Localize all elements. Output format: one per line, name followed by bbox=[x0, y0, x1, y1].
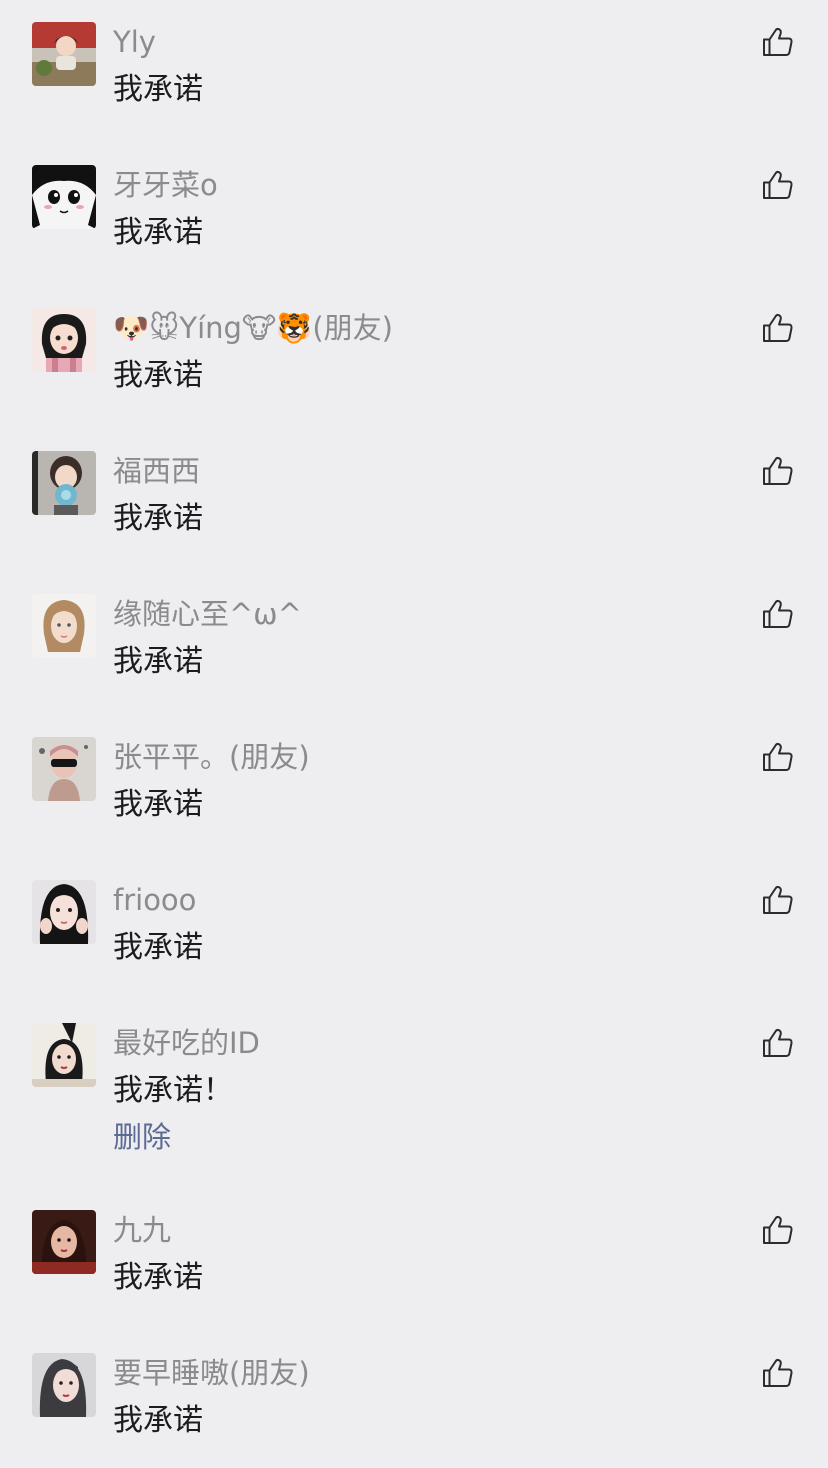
thumbs-up-icon bbox=[763, 27, 793, 56]
commenter-name[interactable]: 张平平。(朋友) bbox=[113, 737, 310, 777]
commenter-name[interactable]: 缘随心至^ω^ bbox=[113, 594, 302, 634]
avatar[interactable] bbox=[32, 22, 96, 86]
avatar[interactable] bbox=[32, 1353, 96, 1417]
avatar[interactable] bbox=[32, 880, 96, 944]
commenter-name[interactable]: 要早睡嗷(朋友) bbox=[113, 1353, 310, 1393]
comment-text: 我承诺 bbox=[113, 930, 203, 965]
commenter-name[interactable]: Yly bbox=[113, 22, 156, 62]
comment-text: 我承诺 bbox=[113, 787, 203, 822]
thumbs-up-icon bbox=[763, 313, 793, 342]
thumbs-up-icon bbox=[763, 1215, 793, 1244]
thumbs-up-icon bbox=[763, 170, 793, 199]
avatar[interactable] bbox=[32, 451, 96, 515]
comment-text: 我承诺 bbox=[113, 1260, 203, 1295]
comment-text: 我承诺 bbox=[113, 358, 203, 393]
avatar[interactable] bbox=[32, 1023, 96, 1087]
anime-girl-avatar-icon bbox=[32, 165, 96, 229]
portrait-avatar-icon bbox=[32, 1210, 96, 1274]
thumbs-up-icon bbox=[763, 742, 793, 771]
thumbs-up-icon bbox=[763, 599, 793, 628]
portrait-avatar-icon bbox=[32, 1353, 96, 1417]
like-button[interactable] bbox=[760, 1355, 796, 1391]
commenter-name[interactable]: friooo bbox=[113, 880, 196, 920]
portrait-avatar-icon bbox=[32, 1023, 96, 1087]
comment-list: Yly 我承诺 牙牙菜o 我承诺 🐶🐭Yíng🐮🐯(朋友) 我承诺 福西西 我承… bbox=[0, 0, 828, 1468]
like-button[interactable] bbox=[760, 596, 796, 632]
commenter-name[interactable]: 牙牙菜o bbox=[113, 165, 218, 205]
comment-text: 我承诺 bbox=[113, 1403, 203, 1438]
like-button[interactable] bbox=[760, 453, 796, 489]
commenter-name[interactable]: 福西西 bbox=[113, 451, 200, 491]
avatar[interactable] bbox=[32, 737, 96, 801]
delete-comment-link[interactable]: 删除 bbox=[113, 1116, 171, 1158]
thumbs-up-icon bbox=[763, 1358, 793, 1387]
commenter-name[interactable]: 🐶🐭Yíng🐮🐯(朋友) bbox=[113, 308, 393, 348]
photo-avatar-icon bbox=[32, 22, 96, 86]
commenter-name[interactable]: 最好吃的ID bbox=[113, 1023, 260, 1063]
comment-text: 我承诺！ bbox=[113, 1073, 233, 1108]
thumbs-up-icon bbox=[763, 456, 793, 485]
avatar[interactable] bbox=[32, 308, 96, 372]
like-button[interactable] bbox=[760, 310, 796, 346]
like-button[interactable] bbox=[760, 1212, 796, 1248]
cartoon-avatar-icon bbox=[32, 308, 96, 372]
portrait-avatar-icon bbox=[32, 880, 96, 944]
like-button[interactable] bbox=[760, 739, 796, 775]
comment-text: 我承诺 bbox=[113, 501, 203, 536]
avatar[interactable] bbox=[32, 1210, 96, 1274]
comment-text: 我承诺 bbox=[113, 72, 203, 107]
photo-avatar-icon bbox=[32, 737, 96, 801]
thumbs-up-icon bbox=[763, 885, 793, 914]
photo-avatar-icon bbox=[32, 451, 96, 515]
portrait-avatar-icon bbox=[32, 594, 96, 658]
like-button[interactable] bbox=[760, 1025, 796, 1061]
comment-text: 我承诺 bbox=[113, 215, 203, 250]
comment-text: 我承诺 bbox=[113, 644, 203, 679]
like-button[interactable] bbox=[760, 24, 796, 60]
thumbs-up-icon bbox=[763, 1028, 793, 1057]
like-button[interactable] bbox=[760, 167, 796, 203]
like-button[interactable] bbox=[760, 882, 796, 918]
avatar[interactable] bbox=[32, 594, 96, 658]
commenter-name[interactable]: 九九 bbox=[113, 1210, 171, 1250]
avatar[interactable] bbox=[32, 165, 96, 229]
